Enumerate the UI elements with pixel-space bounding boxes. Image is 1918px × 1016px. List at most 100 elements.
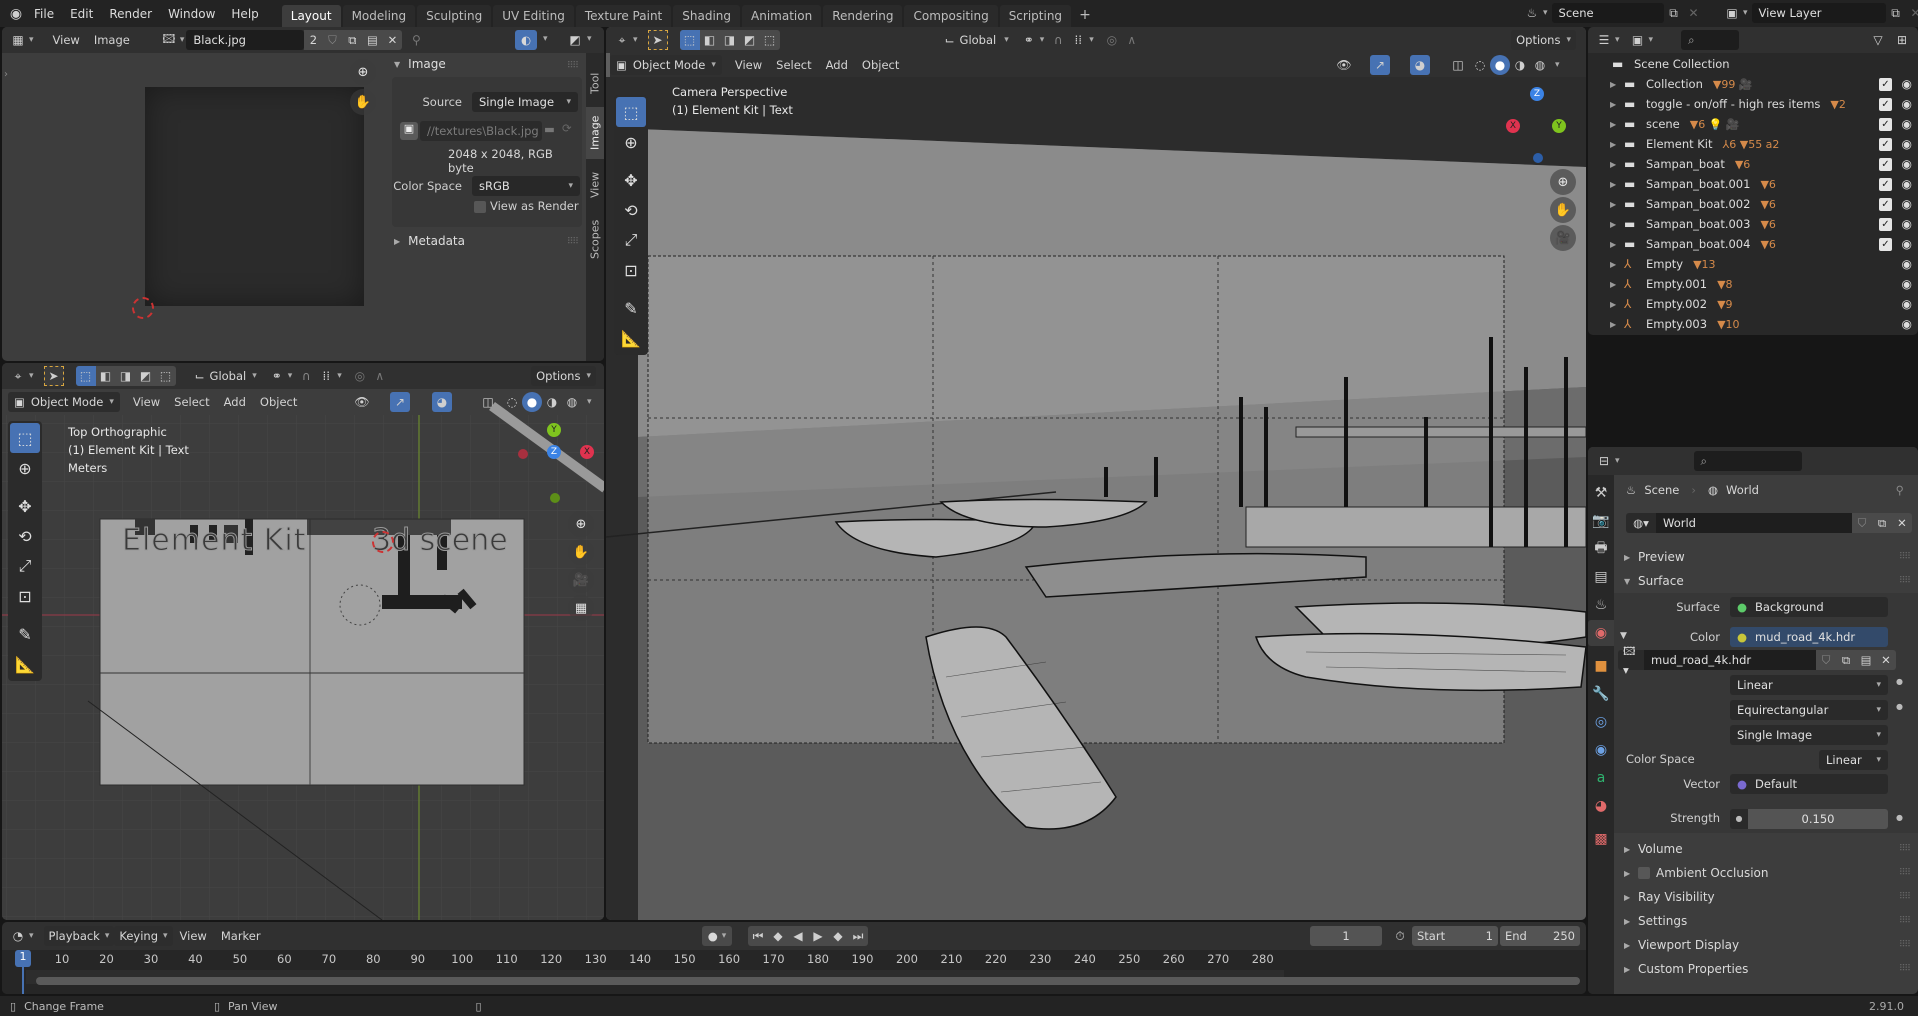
outliner-item-label[interactable]: Empty — [1646, 257, 1683, 271]
exclude-checkbox[interactable]: ✓ — [1879, 197, 1892, 211]
ray-visibility-section[interactable]: ▶ Ray Visibility ⠿⠿ — [1614, 885, 1918, 909]
source-dropdown[interactable]: Single Image ▾ — [1730, 725, 1888, 745]
menu-edit[interactable]: Edit — [62, 7, 101, 21]
zoom-icon[interactable]: ⊕ — [1550, 169, 1576, 195]
select-invert-icon[interactable]: ◩ — [136, 366, 156, 386]
outliner-item-label[interactable]: Sampan_boat.004 — [1646, 237, 1750, 251]
expand-arrow-icon[interactable]: ▶ — [1610, 300, 1624, 309]
tab-animation[interactable]: Animation — [742, 5, 822, 27]
pin-icon[interactable]: ⚲ — [406, 30, 426, 50]
menu-add[interactable]: Add — [217, 395, 253, 409]
view-layer-name-field[interactable]: View Layer — [1751, 3, 1886, 23]
outliner-item-badges[interactable]: ▼6 — [1760, 238, 1775, 251]
annotate-tool-icon[interactable]: ✎ — [616, 293, 646, 323]
play-icon[interactable]: ▶ — [808, 926, 828, 946]
camera-viewport-canvas[interactable] — [606, 77, 1586, 920]
zoom-icon[interactable]: ⊕ — [568, 511, 594, 537]
snap-element-icon[interactable]: ⁞⁞ — [1068, 30, 1088, 50]
transform-tool-icon[interactable]: ⊡ — [10, 581, 40, 611]
editor-type-icon[interactable]: ☰ — [1594, 30, 1614, 50]
grip-icon[interactable]: ⠿⠿ — [1899, 576, 1911, 586]
sidebar-tab-scopes[interactable]: Scopes — [586, 213, 604, 265]
source-dropdown[interactable]: Single Image ▾ — [472, 92, 578, 112]
exclude-checkbox[interactable]: ✓ — [1879, 97, 1892, 111]
grip-icon[interactable]: ⠿⠿ — [1899, 940, 1911, 950]
grip-icon[interactable]: ⠿⠿ — [1899, 844, 1911, 854]
outliner-item[interactable]: ▶ ▬ toggle - on/off - high res items ▼2 ✓ ◉ — [1588, 94, 1918, 114]
transform-orientation-value[interactable]: Global — [960, 33, 997, 47]
unlink-world-icon[interactable]: ✕ — [1892, 513, 1912, 533]
outliner-item-label[interactable]: Element Kit — [1646, 137, 1713, 151]
timeline-scrollbar[interactable] — [36, 977, 1580, 985]
annotate-tool-icon[interactable]: ✎ — [10, 619, 40, 649]
delete-view-layer-icon[interactable]: ✕ — [1906, 3, 1918, 23]
visibility-eye-icon[interactable]: ◉ — [1902, 297, 1912, 311]
exclude-checkbox[interactable]: ✓ — [1879, 237, 1892, 251]
axis-neg-z-icon[interactable] — [1533, 153, 1543, 163]
tab-scripting[interactable]: Scripting — [999, 5, 1072, 27]
menu-add[interactable]: Add — [819, 58, 855, 72]
outliner-item[interactable]: ▶ ▬ Sampan_boat.003 ▼6 ✓ ◉ — [1588, 214, 1918, 234]
outliner-item-label[interactable]: Sampan_boat.001 — [1646, 177, 1750, 191]
rotate-tool-icon[interactable]: ⟲ — [10, 521, 40, 551]
menu-object[interactable]: Object — [253, 395, 304, 409]
axis-y-icon[interactable]: Y — [547, 423, 561, 437]
outliner-item-badges[interactable]: ▼99 🎥 — [1713, 78, 1753, 91]
fake-user-icon[interactable]: ⛉ — [1852, 513, 1872, 533]
select-tool-icon[interactable]: ➤ — [43, 366, 64, 386]
tab-tool-icon[interactable]: ⚒ — [1588, 480, 1614, 506]
pan-hand-icon[interactable]: ✋ — [568, 539, 594, 565]
visibility-eye-icon[interactable]: ◉ — [1902, 257, 1912, 271]
outliner-item-label[interactable]: toggle - on/off - high res items — [1646, 97, 1820, 111]
outliner-item[interactable]: ▶ ▬ Collection ▼99 🎥 ✓ ◉ — [1588, 74, 1918, 94]
color-space-dropdown[interactable]: sRGB ▾ — [472, 176, 580, 196]
next-keyframe-icon[interactable]: ◆ — [828, 926, 848, 946]
expand-arrow-icon[interactable]: ▶ — [1610, 280, 1624, 289]
unlink-image-icon[interactable]: ✕ — [1876, 650, 1896, 670]
filter-icon[interactable]: ▽ — [1868, 30, 1888, 50]
view-layer-icon[interactable]: ▣ — [1722, 3, 1742, 23]
exclude-checkbox[interactable]: ✓ — [1879, 117, 1892, 131]
outliner-item-label[interactable]: Empty.003 — [1646, 317, 1707, 331]
visibility-icon[interactable]: 👁 — [352, 392, 372, 412]
transform-orientation-value[interactable]: Global — [210, 369, 247, 383]
menu-help[interactable]: Help — [223, 7, 266, 21]
outliner-item-badges[interactable]: ▼6 💡 🎥 — [1690, 118, 1740, 131]
jump-end-icon[interactable]: ⏭ — [848, 926, 868, 946]
tab-view-layer-icon[interactable]: ▤ — [1588, 564, 1614, 590]
image-browse-icon[interactable]: 🖾▾ — [1618, 644, 1644, 677]
select-intersect-icon[interactable]: ⬚ — [760, 30, 780, 50]
tab-sculpting[interactable]: Sculpting — [417, 5, 492, 27]
panel-grip[interactable]: ⠿⠿ — [567, 61, 579, 71]
expand-arrow-icon[interactable]: ▶ — [1610, 80, 1624, 89]
outliner-item[interactable]: ▶ ▬ Sampan_boat.001 ▼6 ✓ ◉ — [1588, 174, 1918, 194]
select-invert-icon[interactable]: ◩ — [740, 30, 760, 50]
outliner-item-badges[interactable]: ▼9 — [1717, 298, 1732, 311]
pin-icon[interactable]: ⚲ — [1896, 483, 1904, 497]
outliner-item[interactable]: ▶ ▬ scene ▼6 💡 🎥 ✓ ◉ — [1588, 114, 1918, 134]
view-as-render-checkbox[interactable] — [474, 201, 486, 213]
tab-modifier-icon[interactable]: 🔧 — [1588, 681, 1614, 707]
outliner-item-badges[interactable]: ▼6 — [1760, 198, 1775, 211]
sidebar-tab-tool[interactable]: Tool — [586, 61, 604, 105]
ambient-occlusion-checkbox[interactable] — [1638, 867, 1650, 879]
select-extend-icon[interactable]: ◧ — [700, 30, 720, 50]
menu-render[interactable]: Render — [101, 7, 160, 21]
viewport-display-section[interactable]: ▶ Viewport Display ⠿⠿ — [1614, 933, 1918, 957]
mode-dropdown[interactable]: ▣ Object Mode ▾ — [610, 55, 722, 75]
play-reverse-icon[interactable]: ◀ — [788, 926, 808, 946]
tab-render-icon[interactable]: 📷 — [1588, 508, 1614, 534]
outliner-item[interactable]: ▶ ⅄ Empty ▼13 ◉ — [1588, 254, 1918, 274]
expand-arrow-icon[interactable]: ▶ — [1610, 200, 1624, 209]
outliner-item-badges[interactable]: ⅄6 ▼55 a2 — [1723, 138, 1780, 151]
playhead[interactable]: 1 — [15, 950, 31, 967]
outliner-item[interactable]: ▶ ⅄ Empty.003 ▼10 ◉ — [1588, 314, 1918, 334]
visibility-eye-icon[interactable]: ◉ — [1902, 277, 1912, 291]
current-frame-field[interactable]: 1 — [1310, 926, 1382, 946]
gizmo-icon[interactable]: ↗ — [390, 392, 410, 412]
scene-name-field[interactable]: Scene — [1551, 3, 1664, 23]
scale-tool-icon[interactable]: ⤢ — [616, 225, 646, 255]
visibility-eye-icon[interactable]: ◉ — [1902, 157, 1912, 171]
display-channels-icon[interactable]: ◐ — [515, 30, 537, 50]
cursor-tool-icon[interactable]: ⊕ — [616, 127, 646, 157]
